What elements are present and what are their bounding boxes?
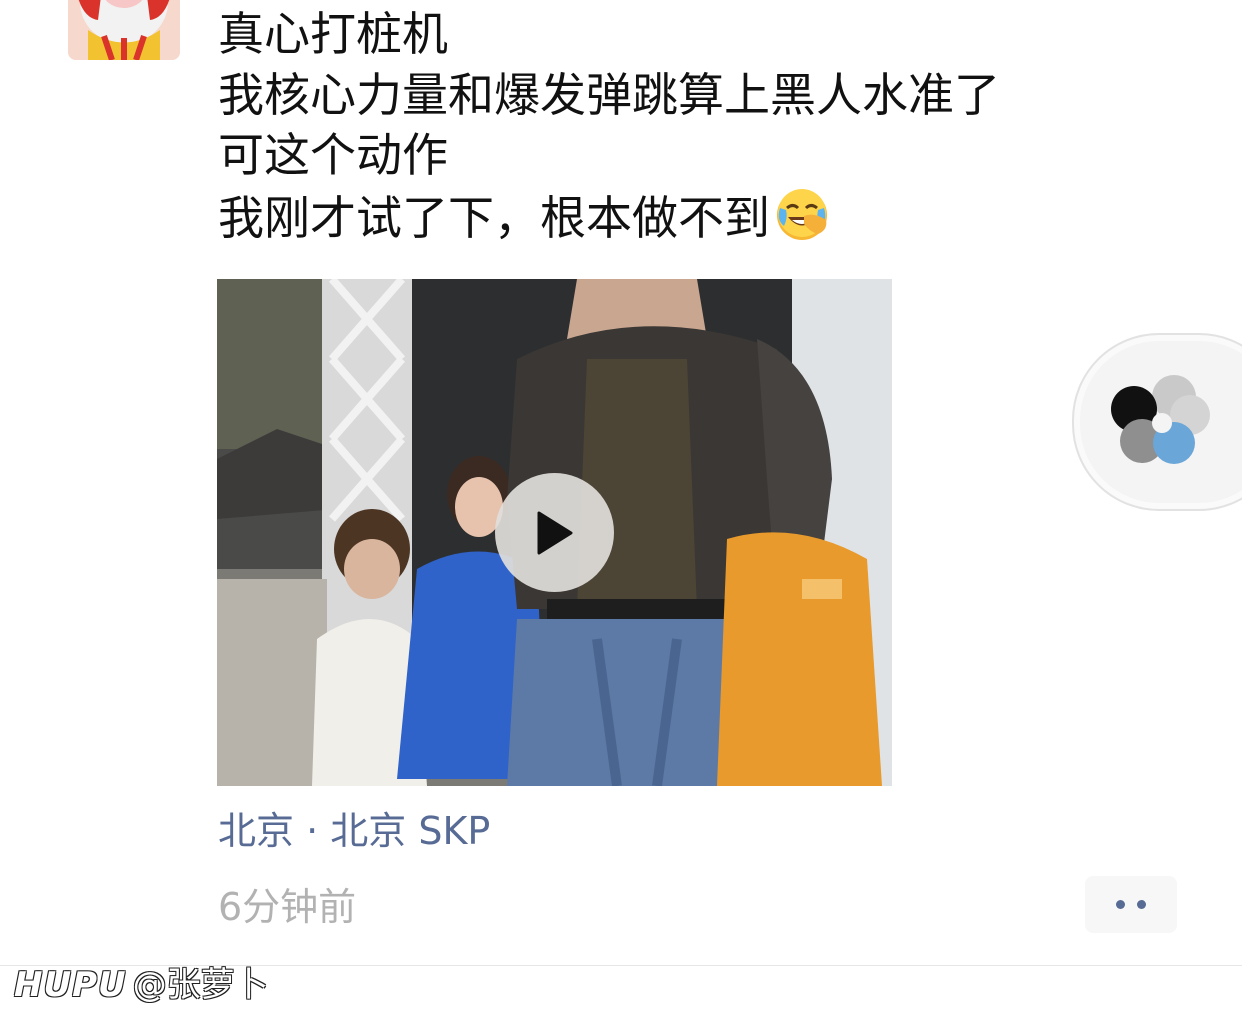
- watermark-brand: HUPU: [14, 965, 127, 1005]
- play-icon: [537, 511, 572, 554]
- location-link[interactable]: 北京 · 北京 SKP: [218, 806, 490, 856]
- post-timestamp: 6分钟前: [218, 885, 357, 929]
- floating-mini-program-button[interactable]: [1072, 333, 1242, 511]
- play-button[interactable]: [495, 473, 614, 592]
- post-line: 真心打桩机: [218, 7, 448, 61]
- mini-program-icon: [1111, 375, 1210, 464]
- watermark: HUPU @张萝卜: [14, 963, 269, 1007]
- avatar[interactable]: [68, 0, 180, 60]
- crying-laughing-emoji-icon: [774, 186, 830, 242]
- more-dots-icon: [1137, 900, 1146, 909]
- clown-avatar-image: [68, 0, 180, 60]
- video-thumbnail[interactable]: [217, 279, 892, 786]
- post-line: 可这个动作: [218, 128, 448, 182]
- watermark-user: @张萝卜: [132, 965, 269, 1005]
- post-text: 真心打桩机 我核心力量和爆发弹跳算上黑人水准了 可这个动作 我刚才试了下，根本做…: [218, 4, 1098, 248]
- post-line: 我刚才试了下，根本做不到: [218, 186, 1098, 249]
- post-line-text: 我刚才试了下，根本做不到: [218, 190, 770, 245]
- more-dots-icon: [1116, 900, 1125, 909]
- post-line: 我核心力量和爆发弹跳算上黑人水准了: [218, 67, 1000, 122]
- more-button[interactable]: [1085, 876, 1177, 933]
